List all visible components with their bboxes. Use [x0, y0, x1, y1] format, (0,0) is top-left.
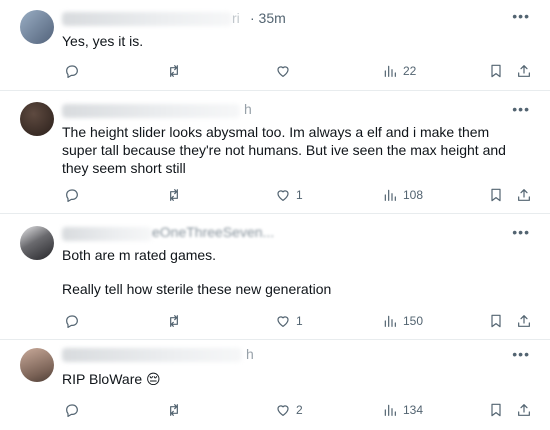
- bookmark-button[interactable]: [488, 61, 504, 81]
- action-bar: 1 108: [0, 185, 550, 205]
- reply-button[interactable]: [64, 400, 80, 420]
- like-button[interactable]: 1: [275, 311, 303, 331]
- post-text: The height slider looks abysmal too. Im …: [62, 123, 517, 177]
- views-button[interactable]: 108: [382, 185, 423, 205]
- like-count: 1: [296, 188, 303, 202]
- views-count: 134: [403, 403, 424, 417]
- views-icon: [384, 315, 396, 327]
- repost-button[interactable]: [166, 185, 182, 205]
- action-bar: 2 134: [0, 400, 550, 420]
- share-icon: [518, 404, 530, 416]
- repost-button[interactable]: [166, 61, 182, 81]
- post[interactable]: h ••• The height slider looks abysmal to…: [0, 91, 550, 214]
- like-button[interactable]: 1: [275, 185, 303, 205]
- author-name-fragment: h: [244, 101, 252, 117]
- post[interactable]: eOneThreeSeven... ••• Both are m rated g…: [0, 214, 550, 340]
- share-button[interactable]: [516, 185, 532, 205]
- share-button[interactable]: [516, 400, 532, 420]
- post-text-line: Yes, yes it is.: [62, 33, 144, 49]
- reply-button[interactable]: [64, 185, 80, 205]
- repost-icon: [170, 65, 178, 77]
- views-icon: [384, 65, 396, 77]
- avatar[interactable]: [20, 102, 54, 136]
- more-options-icon[interactable]: •••: [512, 101, 530, 117]
- views-button[interactable]: 134: [382, 400, 423, 420]
- avatar[interactable]: [20, 226, 54, 260]
- reply-button[interactable]: [64, 61, 80, 81]
- bookmark-button[interactable]: [488, 185, 504, 205]
- views-button[interactable]: 150: [382, 311, 423, 331]
- avatar[interactable]: [20, 10, 54, 44]
- reply-icon: [66, 189, 78, 202]
- reply-icon: [66, 65, 78, 78]
- repost-icon: [170, 404, 178, 416]
- bookmark-icon: [491, 403, 501, 417]
- action-bar: 22: [0, 61, 550, 81]
- like-icon: [277, 316, 289, 327]
- post-text: Both are m rated games. Really tell how …: [62, 246, 517, 298]
- author-name-redacted[interactable]: [62, 348, 242, 362]
- like-icon: [277, 190, 289, 201]
- post-text-line: Really tell how sterile these new genera…: [62, 281, 332, 297]
- post-text-line: RIP BloWare 😔: [62, 371, 161, 387]
- reply-icon: [66, 315, 78, 328]
- post-text: Yes, yes it is.: [62, 32, 517, 50]
- post-text-line: Both are m rated games.: [62, 247, 217, 263]
- bookmark-icon: [491, 314, 501, 328]
- bookmark-icon: [491, 64, 501, 78]
- repost-button[interactable]: [166, 400, 182, 420]
- views-count: 108: [403, 188, 424, 202]
- like-button[interactable]: [275, 61, 296, 81]
- reply-button[interactable]: [64, 311, 80, 331]
- like-count: 2: [296, 403, 303, 417]
- share-icon: [518, 189, 530, 201]
- share-button[interactable]: [516, 61, 532, 81]
- post-text-line: The height slider looks abysmal too. Im …: [62, 124, 506, 176]
- like-button[interactable]: 2: [275, 400, 303, 420]
- timestamp[interactable]: · 35m: [250, 10, 286, 26]
- author-name-fragment: eOneThreeSeven...: [152, 224, 275, 240]
- share-icon: [518, 65, 530, 77]
- post-text: RIP BloWare 😔: [62, 370, 517, 388]
- repost-button[interactable]: [166, 311, 182, 331]
- author-name-redacted[interactable]: [62, 104, 240, 118]
- views-icon: [384, 189, 396, 201]
- author-name-redacted[interactable]: [62, 12, 232, 26]
- author-name-fragment: ri: [232, 10, 240, 26]
- author-name-fragment: h: [246, 346, 254, 362]
- more-options-icon[interactable]: •••: [512, 8, 530, 24]
- views-icon: [384, 404, 396, 416]
- views-count: 22: [403, 64, 417, 78]
- views-button[interactable]: 22: [382, 61, 416, 81]
- bookmark-icon: [491, 188, 501, 202]
- like-icon: [277, 66, 289, 77]
- more-options-icon[interactable]: •••: [512, 346, 530, 362]
- post[interactable]: h ••• RIP BloWare 😔 2 134: [0, 340, 550, 430]
- share-icon: [518, 315, 530, 327]
- repost-icon: [170, 315, 178, 327]
- author-name-redacted[interactable]: [62, 227, 152, 241]
- like-icon: [277, 405, 289, 416]
- bookmark-button[interactable]: [488, 311, 504, 331]
- avatar[interactable]: [20, 348, 54, 382]
- share-button[interactable]: [516, 311, 532, 331]
- action-bar: 1 150: [0, 311, 550, 331]
- post[interactable]: ri · 35m ••• Yes, yes it is. 22: [0, 0, 550, 91]
- repost-icon: [170, 189, 178, 201]
- more-options-icon[interactable]: •••: [512, 224, 530, 240]
- views-count: 150: [403, 314, 424, 328]
- like-count: 1: [296, 314, 303, 328]
- bookmark-button[interactable]: [488, 400, 504, 420]
- reply-icon: [66, 404, 78, 417]
